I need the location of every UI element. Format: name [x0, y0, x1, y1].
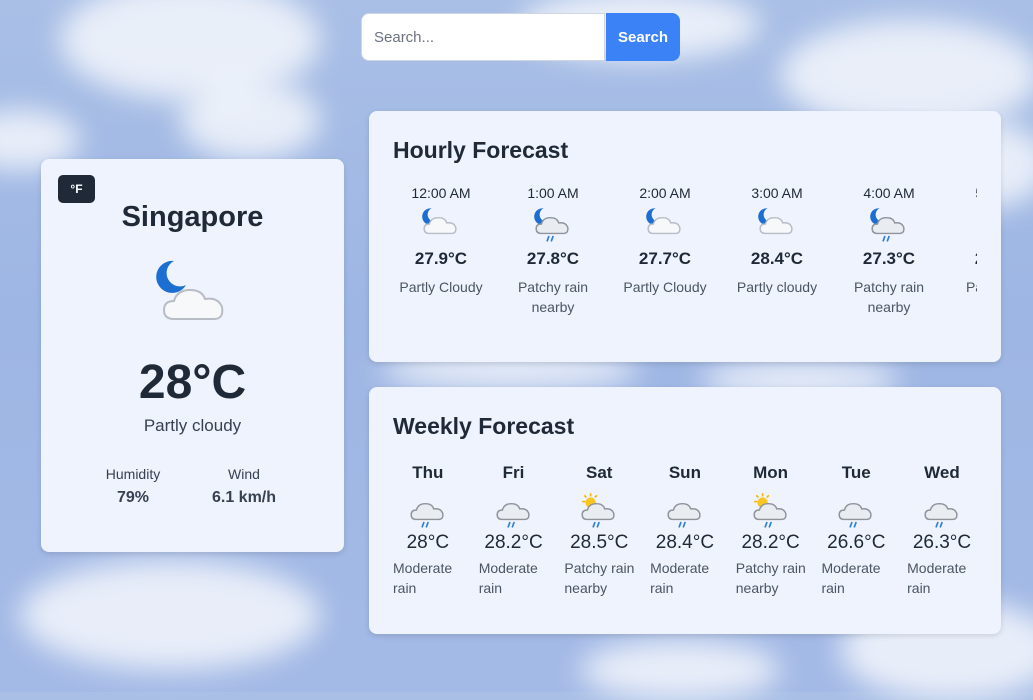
hourly-forecast-title: Hourly Forecast [393, 137, 569, 163]
hour-condition: Patchy rain nearby [965, 279, 977, 295]
unit-toggle-button[interactable]: °F [58, 175, 95, 203]
weekly-forecast-item: Tue 26.6°C Moderate rain [813, 463, 899, 598]
moderate-rain-icon [838, 502, 872, 528]
humidity-label: Humidity [105, 466, 161, 482]
search-button[interactable]: Search [606, 13, 680, 61]
day-condition: Moderate rain [650, 560, 710, 596]
day-temperature: 28.2°C [484, 532, 543, 553]
day-name: Fri [502, 463, 525, 482]
hourly-forecast-card: Hourly Forecast 12:00 AM 27.9°C Partly Clo… [369, 111, 1001, 362]
weekly-forecast-item: Thu 28°C Moderate rain [385, 463, 471, 598]
moderate-rain-icon [667, 502, 701, 528]
partly-cloudy-night-icon [422, 208, 457, 235]
day-name: Sun [668, 463, 701, 482]
patchy-rain-night-icon [870, 208, 905, 242]
hourly-forecast-item: 5:00 AM 27.2°C Patchy rain nearby [945, 185, 977, 317]
weekly-forecast-card: Weekly Forecast Thu 28°C Moderate rain Fri 2… [369, 387, 1001, 634]
day-name: Wed [924, 463, 960, 482]
patchy-rain-sun-icon [753, 493, 787, 528]
day-temperature: 26.6°C [827, 532, 886, 553]
hourly-forecast-item: 12:00 AM 27.9°C Partly Cloudy [385, 185, 497, 297]
hour-time: 5:00 AM [945, 185, 977, 201]
hour-temperature: 27.3°C [862, 249, 916, 268]
hourly-forecast-item: 1:00 AM 27.8°C Patchy rain nearby [497, 185, 609, 317]
partly-cloudy-night-icon [156, 260, 224, 320]
hour-temperature: 27.9°C [414, 249, 468, 268]
hourly-forecast-scroller[interactable]: 12:00 AM 27.9°C Partly Cloudy 1:00 AM 27.8°C… [385, 185, 977, 355]
search-input[interactable] [361, 13, 605, 61]
day-temperature: 26.3°C [912, 532, 972, 553]
day-condition: Moderate rain [821, 560, 881, 596]
weekly-forecast-item: Wed 26.3°C Moderate rain [899, 463, 985, 598]
patchy-rain-night-icon [534, 208, 569, 242]
moderate-rain-icon [410, 502, 444, 528]
weekly-forecast-item: Sat 28.5°C Patchy rain nearby [556, 463, 642, 598]
hour-time: 12:00 AM [411, 185, 471, 201]
day-temperature: 28.2°C [741, 532, 800, 553]
search-bar: Search [361, 13, 680, 61]
hour-time: 2:00 AM [639, 185, 691, 201]
hour-temperature: 27.2°C [945, 249, 977, 269]
hour-condition: Patchy rain nearby [853, 279, 925, 315]
day-condition: Moderate rain [478, 560, 538, 596]
day-name: Mon [753, 463, 789, 482]
wind-label: Wind [228, 466, 260, 482]
partly-cloudy-night-icon [646, 208, 681, 235]
day-temperature: 28°C [406, 532, 450, 553]
hour-time: 4:00 AM [863, 185, 915, 201]
wind-stat: Wind 6.1 km/h [199, 466, 289, 507]
day-condition: Patchy rain nearby [564, 560, 635, 596]
hour-temperature: 27.8°C [526, 249, 580, 268]
hour-time: 3:00 AM [751, 185, 803, 201]
hour-temperature: 27.7°C [638, 249, 692, 268]
moderate-rain-icon [495, 502, 530, 528]
hourly-forecast-item: 2:00 AM 27.7°C Partly Cloudy [609, 185, 721, 297]
hour-time: 1:00 AM [527, 185, 579, 201]
hourly-forecast-item: 3:00 AM 28.4°C Partly cloudy [721, 185, 833, 297]
current-condition: Partly cloudy [143, 416, 242, 435]
hour-condition: Partly cloudy [736, 279, 818, 295]
day-temperature: 28.4°C [655, 532, 715, 553]
current-weather-card: °F Singapore 28°C Partly cloudy Humidity… [41, 159, 344, 552]
hour-condition: Partly Cloudy [623, 279, 707, 295]
weekly-forecast-item: Mon 28.2°C Patchy rain nearby [728, 463, 814, 598]
weekly-forecast-row: Thu 28°C Moderate rain Fri 28.2°C Moderate ra… [385, 463, 985, 598]
hour-temperature: 28.4°C [750, 249, 804, 268]
current-temperature: 28°C [138, 356, 247, 409]
day-condition: Patchy rain nearby [735, 560, 806, 596]
day-name: Thu [412, 463, 444, 482]
day-condition: Moderate rain [393, 560, 453, 596]
hourly-forecast-item: 4:00 AM 27.3°C Patchy rain nearby [833, 185, 945, 317]
weekly-forecast-title: Weekly Forecast [393, 413, 575, 439]
day-condition: Moderate rain [907, 560, 967, 596]
city-name: Singapore [121, 201, 264, 233]
day-name: Tue [841, 463, 871, 482]
weekly-forecast-item: Sun 28.4°C Moderate rain [642, 463, 728, 598]
moderate-rain-icon [924, 502, 958, 528]
day-temperature: 28.5°C [570, 532, 629, 553]
patchy-rain-sun-icon [581, 493, 615, 528]
hour-condition: Partly Cloudy [399, 279, 483, 295]
humidity-stat: Humidity 79% [88, 466, 178, 507]
day-name: Sat [585, 463, 613, 482]
partly-cloudy-night-icon [758, 208, 793, 235]
hour-condition: Patchy rain nearby [517, 279, 589, 315]
weekly-forecast-item: Fri 28.2°C Moderate rain [471, 463, 557, 598]
humidity-value: 79% [116, 489, 150, 506]
wind-value: 6.1 km/h [211, 489, 277, 506]
